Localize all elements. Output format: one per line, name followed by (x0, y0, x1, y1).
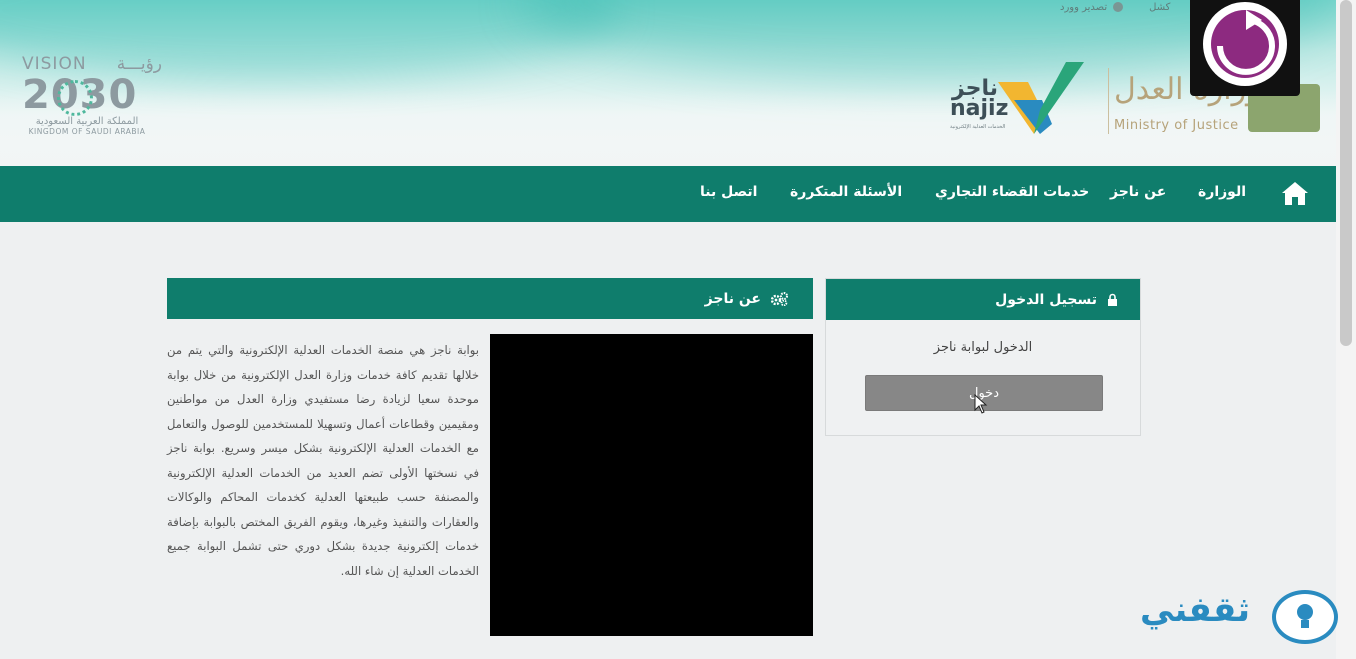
video-player[interactable] (490, 334, 813, 636)
lightbulb-icon (1272, 590, 1338, 644)
login-panel-header: تسجيل الدخول (826, 279, 1140, 320)
export-icon (1113, 2, 1124, 12)
watermark-text: ثقفني (1140, 590, 1250, 630)
vision-2030-logo: VISION رؤيـــة 2030 المملكة العربية السع… (22, 54, 162, 148)
gears-icon (771, 291, 788, 306)
home-icon[interactable] (1280, 180, 1310, 206)
login-title: تسجيل الدخول (995, 291, 1097, 308)
ministry-name-en: Ministry of Justice (1114, 118, 1239, 133)
channel-overlay-logo (1190, 0, 1300, 96)
main-nav: الوزارة عن ناجز خدمات القضاء التجاري الأ… (0, 166, 1336, 222)
about-header-bar: عن ناجز (167, 278, 813, 319)
nav-item-about-najiz[interactable]: عن ناجز (1110, 184, 1166, 200)
najiz-check-icon (998, 62, 1084, 134)
nav-item-commercial-services[interactable]: خدمات القضاء التجاري (935, 184, 1089, 200)
about-description: بوابة ناجز هي منصة الخدمات العدلية الإلك… (167, 343, 479, 578)
about-panel-header: عن ناجز (167, 278, 813, 319)
top-utility-bar: تصدير وورد كشل ال (1060, 0, 1206, 14)
about-title: عن ناجز (704, 290, 761, 307)
logo-divider (1108, 68, 1109, 134)
lock-icon (1108, 293, 1117, 306)
vision-ar-label: رؤيـــة (116, 54, 162, 74)
login-subtitle: الدخول لبوابة ناجز (933, 340, 1033, 355)
channel-logo-icon (1203, 2, 1287, 86)
vision-country-ar: المملكة العربية السعودية (35, 116, 139, 127)
vision-country-en: KINGDOM OF SAUDI ARABIA (28, 127, 146, 136)
nav-item-ministry[interactable]: الوزارة (1198, 184, 1246, 200)
vision-en-label: VISION (22, 54, 87, 74)
mouse-cursor-icon (974, 394, 988, 414)
scrollbar-thumb[interactable] (1340, 0, 1352, 346)
najiz-logo[interactable]: ناجز najiz الخدمات العدلية الإلكترونية (948, 60, 1088, 138)
export-word-link[interactable]: تصدير وورد (1060, 0, 1124, 14)
site-header: تصدير وورد كشل ال VISION رؤيـــة 2030 ال… (0, 0, 1356, 166)
page-scrollbar[interactable] (1336, 0, 1356, 659)
nav-item-faq[interactable]: الأسئلة المتكررة (790, 184, 902, 200)
nav-item-contact[interactable]: اتصل بنا (700, 184, 757, 200)
thaqafni-watermark: ثقفني (1140, 588, 1340, 648)
topbar-link[interactable]: كشل (1149, 0, 1170, 14)
palm-emblem-icon (57, 80, 93, 116)
